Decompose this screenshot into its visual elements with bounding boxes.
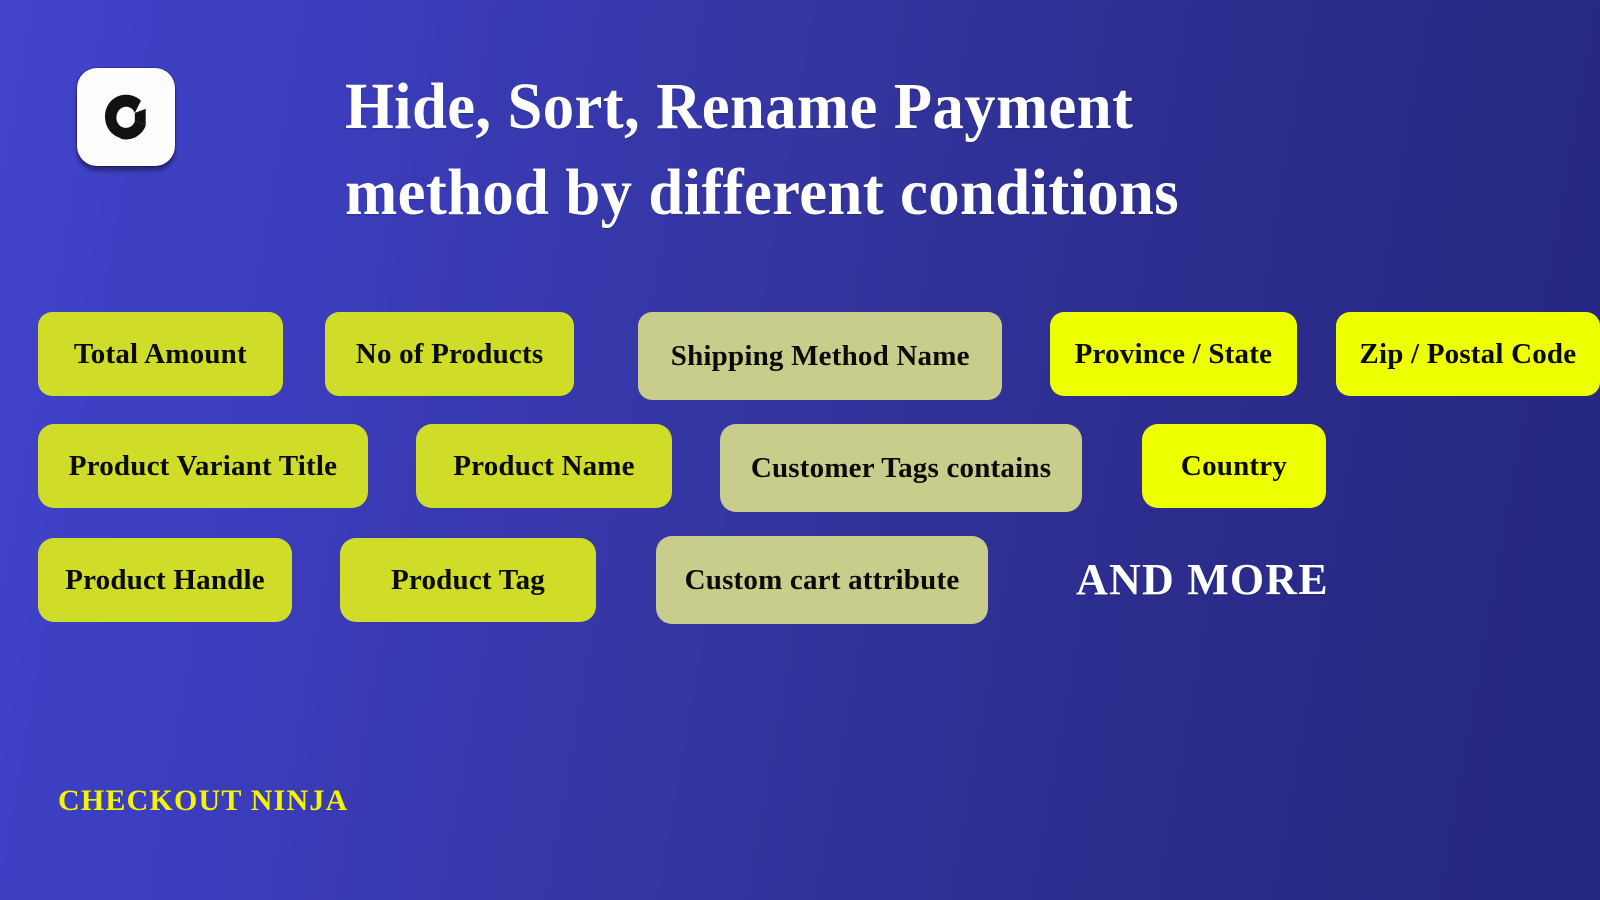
header: Hide, Sort, Rename Payment method by dif… xyxy=(0,0,1600,260)
page-title-line-1: Hide, Sort, Rename Payment xyxy=(345,70,1134,143)
page-title-line-2: method by different conditions xyxy=(345,156,1180,229)
condition-row-1: Total Amount No of Products Shipping Met… xyxy=(0,312,1600,400)
condition-pill-province-state[interactable]: Province / State xyxy=(1050,312,1297,396)
condition-pill-total-amount[interactable]: Total Amount xyxy=(38,312,283,396)
condition-pill-shipping-method-name[interactable]: Shipping Method Name xyxy=(638,312,1003,400)
condition-pill-product-tag[interactable]: Product Tag xyxy=(340,538,596,622)
app-logo-tile xyxy=(77,68,175,166)
and-more-label: AND MORE xyxy=(1076,555,1329,604)
condition-pill-country[interactable]: Country xyxy=(1142,424,1326,508)
condition-pill-product-variant-title[interactable]: Product Variant Title xyxy=(38,424,368,508)
footer-brand-label: CHECKOUT NINJA xyxy=(58,784,349,817)
condition-pill-grid: Total Amount No of Products Shipping Met… xyxy=(0,312,1600,648)
condition-pill-product-handle[interactable]: Product Handle xyxy=(38,538,292,622)
slide-canvas: Hide, Sort, Rename Payment method by dif… xyxy=(0,0,1600,900)
checkout-ninja-c-logo-icon xyxy=(104,94,146,140)
condition-row-2: Product Variant Title Product Name Custo… xyxy=(0,424,1600,512)
condition-pill-customer-tags-contains[interactable]: Customer Tags contains xyxy=(720,424,1082,512)
condition-row-3: Product Handle Product Tag Custom cart a… xyxy=(0,536,1600,624)
page-title: Hide, Sort, Rename Payment method by dif… xyxy=(345,64,1355,236)
condition-pill-no-of-products[interactable]: No of Products xyxy=(324,312,575,396)
condition-pill-product-name[interactable]: Product Name xyxy=(416,424,672,508)
condition-pill-custom-cart-attribute[interactable]: Custom cart attribute xyxy=(656,536,988,624)
condition-pill-zip-postal-code[interactable]: Zip / Postal Code xyxy=(1335,312,1600,396)
